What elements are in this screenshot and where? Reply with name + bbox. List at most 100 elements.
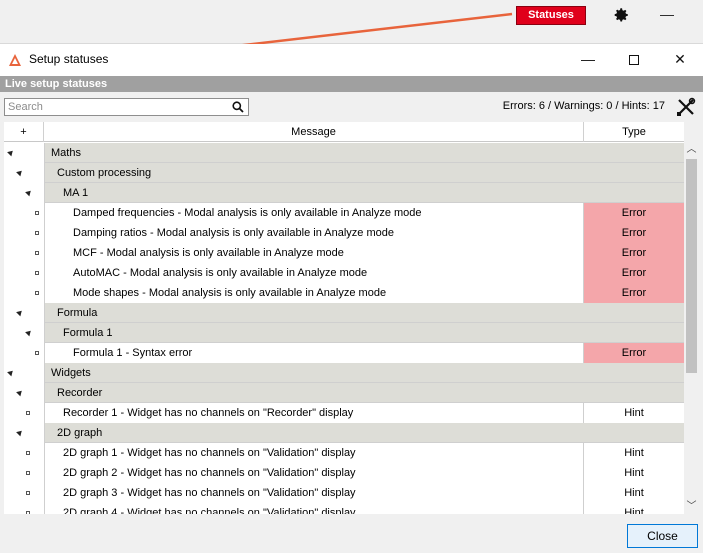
app-logo-icon xyxy=(9,54,21,66)
row-content: Recorder 1 - Widget has no channels on "… xyxy=(44,403,684,423)
expand-toggle-icon[interactable] xyxy=(7,148,15,157)
group-row[interactable]: Maths xyxy=(4,143,684,163)
search-icon[interactable] xyxy=(232,101,244,113)
row-content: 2D graph 1 - Widget has no channels on "… xyxy=(44,443,684,463)
status-message: Recorder 1 - Widget has no channels on "… xyxy=(44,403,584,423)
row-gutter xyxy=(4,323,44,343)
status-message: Mode shapes - Modal analysis is only ava… xyxy=(44,283,584,303)
group-row[interactable]: 2D graph xyxy=(4,423,684,443)
row-content: Custom processing xyxy=(44,163,684,183)
row-content: Maths xyxy=(44,143,684,163)
row-gutter xyxy=(4,483,44,503)
dialog-minimize-button[interactable]: — xyxy=(565,44,611,76)
leaf-bullet-icon xyxy=(35,231,39,235)
gear-icon[interactable] xyxy=(612,6,630,24)
group-row[interactable]: Formula xyxy=(4,303,684,323)
status-row[interactable]: Formula 1 - Syntax error Error xyxy=(4,343,684,363)
search-input[interactable] xyxy=(5,99,230,115)
hint-type-cell: Hint xyxy=(584,403,684,423)
expand-toggle-icon[interactable] xyxy=(25,188,33,197)
status-row[interactable]: 2D graph 4 - Widget has no channels on "… xyxy=(4,503,684,514)
expand-toggle-icon[interactable] xyxy=(16,308,24,317)
expand-all-header[interactable]: + xyxy=(4,122,44,142)
scroll-down-icon[interactable]: ﹀ xyxy=(684,499,699,514)
status-row[interactable]: Damped frequencies - Modal analysis is o… xyxy=(4,203,684,223)
leaf-bullet-icon xyxy=(35,271,39,275)
status-row[interactable]: 2D graph 1 - Widget has no channels on "… xyxy=(4,443,684,463)
row-content: 2D graph 2 - Widget has no channels on "… xyxy=(44,463,684,483)
status-row[interactable]: Damping ratios - Modal analysis is only … xyxy=(4,223,684,243)
leaf-bullet-icon xyxy=(26,491,30,495)
dialog-maximize-button[interactable] xyxy=(611,44,657,76)
status-message: 2D graph 4 - Widget has no channels on "… xyxy=(44,503,584,514)
row-gutter xyxy=(4,503,44,514)
leaf-bullet-icon xyxy=(26,411,30,415)
status-row[interactable]: 2D graph 3 - Widget has no channels on "… xyxy=(4,483,684,503)
expand-toggle-icon[interactable] xyxy=(16,168,24,177)
leaf-bullet-icon xyxy=(35,211,39,215)
expand-toggle-icon[interactable] xyxy=(16,388,24,397)
row-content: Formula 1 xyxy=(44,323,684,343)
scrollbar-thumb[interactable] xyxy=(686,159,697,373)
error-type-cell: Error xyxy=(584,223,684,243)
message-column-header[interactable]: Message xyxy=(44,122,584,142)
host-minimize-button[interactable]: — xyxy=(660,6,674,24)
error-type-cell: Error xyxy=(584,243,684,263)
row-gutter xyxy=(4,443,44,463)
status-row[interactable]: Mode shapes - Modal analysis is only ava… xyxy=(4,283,684,303)
group-label: Formula 1 xyxy=(63,327,113,339)
error-type-cell: Error xyxy=(584,283,684,303)
status-row[interactable]: MCF - Modal analysis is only available i… xyxy=(4,243,684,263)
error-type-cell: Error xyxy=(584,263,684,283)
group-row[interactable]: MA 1 xyxy=(4,183,684,203)
leaf-bullet-icon xyxy=(35,291,39,295)
group-row[interactable]: Widgets xyxy=(4,363,684,383)
group-label: MA 1 xyxy=(63,187,89,199)
row-gutter xyxy=(4,223,44,243)
group-row[interactable]: Formula 1 xyxy=(4,323,684,343)
type-column-header[interactable]: Type xyxy=(584,122,684,142)
statuses-toolbar: Errors: 6 / Warnings: 0 / Hints: 17 xyxy=(0,92,703,122)
scroll-up-icon[interactable]: ︿ xyxy=(684,142,699,157)
row-content: 2D graph 4 - Widget has no channels on "… xyxy=(44,503,684,514)
row-gutter xyxy=(4,303,44,323)
leaf-bullet-icon xyxy=(35,251,39,255)
expand-toggle-icon[interactable] xyxy=(25,328,33,337)
row-gutter xyxy=(4,183,44,203)
row-gutter xyxy=(4,163,44,183)
grid-scrollbar[interactable]: ︿ ﹀ xyxy=(684,142,699,514)
group-row[interactable]: Custom processing xyxy=(4,163,684,183)
hint-type-cell: Hint xyxy=(584,483,684,503)
status-row[interactable]: AutoMAC - Modal analysis is only availab… xyxy=(4,263,684,283)
hint-type-cell: Hint xyxy=(584,463,684,483)
status-row[interactable]: 2D graph 2 - Widget has no channels on "… xyxy=(4,463,684,483)
row-gutter xyxy=(4,283,44,303)
status-counts: Errors: 6 / Warnings: 0 / Hints: 17 xyxy=(502,100,665,112)
host-toolbar: Statuses — xyxy=(0,0,703,44)
status-row[interactable]: Recorder 1 - Widget has no channels on "… xyxy=(4,403,684,423)
leaf-bullet-icon xyxy=(26,451,30,455)
dialog-title: Setup statuses xyxy=(29,52,109,66)
close-button[interactable]: Close xyxy=(627,524,698,548)
expand-toggle-icon[interactable] xyxy=(7,368,15,377)
status-message: 2D graph 3 - Widget has no channels on "… xyxy=(44,483,584,503)
group-label: 2D graph xyxy=(57,427,103,439)
hint-type-cell: Hint xyxy=(584,503,684,514)
expand-toggle-icon[interactable] xyxy=(16,428,24,437)
row-gutter xyxy=(4,143,44,163)
dialog-close-x-button[interactable]: ✕ xyxy=(657,44,703,76)
row-content: Formula 1 - Syntax error Error xyxy=(44,343,684,363)
row-gutter xyxy=(4,363,44,383)
status-message: Formula 1 - Syntax error xyxy=(44,343,584,363)
status-message: 2D graph 2 - Widget has no channels on "… xyxy=(44,463,584,483)
statuses-button[interactable]: Statuses xyxy=(516,6,586,25)
tools-icon[interactable] xyxy=(676,97,696,117)
row-content: Recorder xyxy=(44,383,684,403)
group-label: Widgets xyxy=(51,367,91,379)
row-content: Widgets xyxy=(44,363,684,383)
row-content: 2D graph xyxy=(44,423,684,443)
row-gutter xyxy=(4,343,44,363)
group-label: Recorder xyxy=(57,387,103,399)
section-header: Live setup statuses xyxy=(0,76,703,92)
group-row[interactable]: Recorder xyxy=(4,383,684,403)
